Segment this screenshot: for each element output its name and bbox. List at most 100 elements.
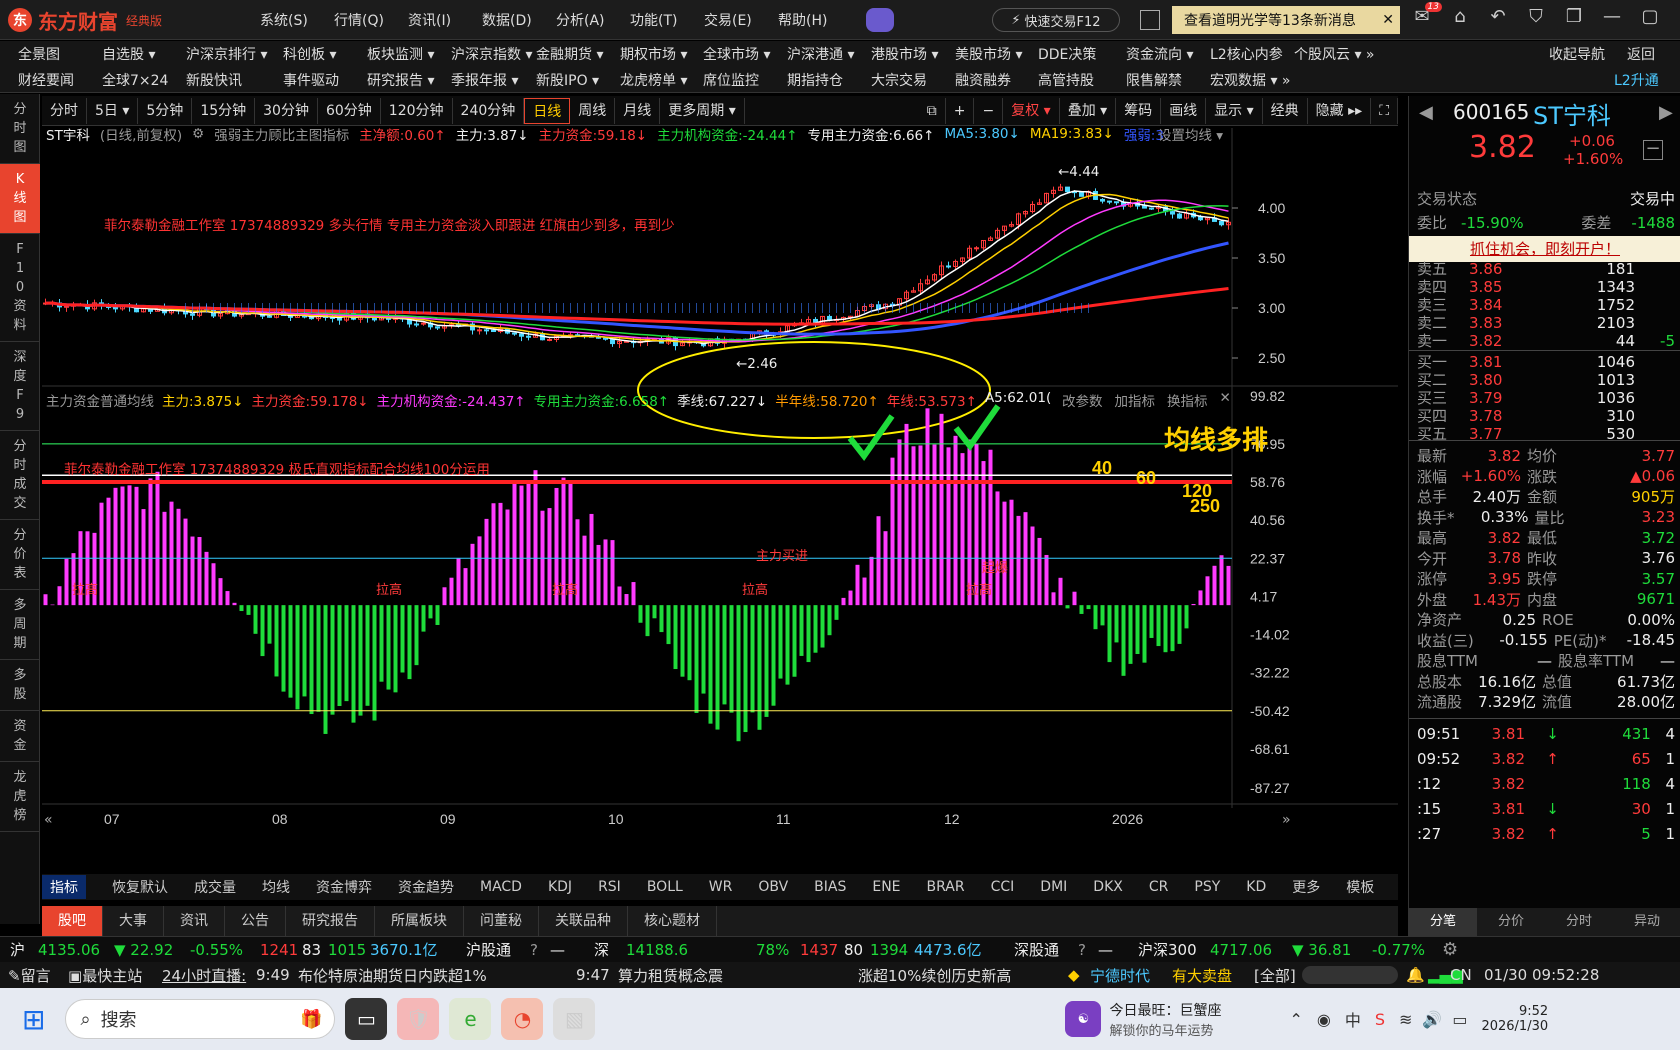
sgt-label[interactable]: 深股通 (1014, 939, 1078, 960)
info-tab-6[interactable]: 问董秘 (464, 906, 539, 936)
nav1-item-10[interactable]: 港股市场 ▾ (871, 44, 938, 64)
tray-s-icon[interactable]: S (1375, 1010, 1385, 1029)
shirt-icon[interactable]: ⛉ (1524, 6, 1548, 27)
menu-item-6[interactable]: 交易(E) (704, 10, 778, 30)
indicator-tab-3[interactable]: 均线 (262, 877, 290, 897)
menu-item-3[interactable]: 数据(D) (482, 10, 556, 30)
chart-tool-8[interactable]: 经典 (1263, 97, 1308, 124)
chart-tool-10[interactable]: ⛶ (1371, 97, 1398, 124)
set-ma-button[interactable]: 设置均线 ▾ (1158, 124, 1223, 144)
settings-gear-icon[interactable]: ⚙ (1442, 939, 1458, 960)
sidebar-item-6[interactable]: 多周期 (0, 590, 40, 660)
period-11[interactable]: 更多周期 ▾ (660, 97, 745, 124)
weather-icon[interactable]: ☯ (1065, 1001, 1102, 1037)
right-tab-2[interactable]: 分时 (1545, 908, 1613, 936)
period-6[interactable]: 120分钟 (381, 97, 453, 124)
fastest-server-button[interactable]: ▣最快主站 (68, 965, 162, 986)
nav1-item-8[interactable]: 全球市场 ▾ (703, 44, 770, 64)
nav1-item-11[interactable]: 美股市场 ▾ (955, 44, 1022, 64)
indicator-tab-19[interactable]: PSY (1194, 879, 1220, 895)
message-button[interactable]: ✎留言 (8, 965, 68, 986)
period-5[interactable]: 60分钟 (318, 97, 381, 124)
indicator-tab-5[interactable]: 资金趋势 (398, 877, 454, 897)
wifi-icon[interactable]: ≋ (1399, 1010, 1412, 1029)
chart-tool-5[interactable]: 筹码 (1116, 97, 1162, 124)
right-tab-0[interactable]: 分笔 (1409, 908, 1477, 936)
right-tab-3[interactable]: 异动 (1613, 908, 1680, 936)
info-tab-4[interactable]: 研究报告 (286, 906, 375, 936)
sidebar-item-9[interactable]: 龙虎榜 (0, 762, 40, 832)
indicator-tab-16[interactable]: DMI (1040, 879, 1067, 895)
period-2[interactable]: 5分钟 (138, 97, 193, 124)
chart-tool-2[interactable]: − (974, 97, 1004, 124)
nav2-item-6[interactable]: 新股IPO ▾ (536, 70, 599, 90)
nav1-item-6[interactable]: 金融期货 ▾ (536, 44, 603, 64)
period-0[interactable]: 分时 (42, 97, 87, 124)
indicator-name[interactable]: 强弱主力顾比主图指标 (214, 124, 349, 144)
news-item-2[interactable]: 算力租赁概念震 (618, 965, 858, 986)
nav1-item-2[interactable]: 沪深京排行 ▾ (186, 44, 267, 64)
nav1-item-15[interactable]: 个股风云 ▾ » (1294, 44, 1375, 64)
nav1-item-4[interactable]: 板块监测 ▾ (367, 44, 434, 64)
nav1-item-1[interactable]: 自选股 ▾ (102, 44, 155, 64)
photo-app-icon[interactable]: ▧ (553, 998, 596, 1040)
news-item-3[interactable]: 涨超10%续创历史新高 (858, 965, 1068, 986)
nav2-item-15[interactable]: L2升通 (1614, 70, 1659, 90)
period-3[interactable]: 15分钟 (192, 97, 256, 124)
browser-app-icon[interactable]: e (449, 998, 492, 1040)
layout-grid-icon[interactable] (1140, 10, 1160, 30)
nav1-item-0[interactable]: 全景图 (18, 44, 60, 64)
help-icon[interactable]: ? (530, 941, 550, 959)
chart-tool-9[interactable]: 隐藏 ▸▸ (1308, 97, 1372, 124)
menu-item-0[interactable]: 系统(S) (260, 10, 334, 30)
sidebar-item-5[interactable]: 分价表 (0, 520, 40, 590)
security-app-icon[interactable]: 🛡 (397, 998, 440, 1040)
sidebar-item-1[interactable]: K线图 (0, 164, 40, 234)
hs300-value[interactable]: 4717.06 (1210, 941, 1292, 959)
indicator-tab-14[interactable]: BRAR (927, 879, 965, 895)
nav1-item-5[interactable]: 沪深京指数 ▾ (451, 44, 532, 64)
indicator-tab-17[interactable]: DKX (1093, 879, 1123, 895)
menu-item-1[interactable]: 行情(Q) (334, 10, 408, 30)
info-tab-1[interactable]: 大事 (103, 906, 164, 936)
info-tab-8[interactable]: 核心题材 (628, 906, 717, 936)
sidebar-item-2[interactable]: F 1 0 资料 (0, 234, 40, 342)
indicator-tab-4[interactable]: 资金博弈 (316, 877, 372, 897)
quick-trade-button[interactable]: ⚡ 快速交易F12 (992, 8, 1120, 32)
period-1[interactable]: 5日 ▾ (87, 97, 139, 124)
nav2-item-7[interactable]: 龙虎榜单 ▾ (620, 70, 687, 90)
nav2-item-2[interactable]: 新股快讯 (186, 70, 242, 90)
sub-link-1[interactable]: 加指标 (1115, 390, 1156, 410)
indicator-tab-6[interactable]: MACD (480, 879, 522, 895)
menu-item-4[interactable]: 分析(A) (556, 10, 630, 30)
nav2-item-4[interactable]: 研究报告 ▾ (367, 70, 434, 90)
indicator-tab-22[interactable]: 模板 (1346, 877, 1374, 897)
nav2-item-8[interactable]: 席位监控 (703, 70, 759, 90)
restore-icon[interactable]: ❐ (1562, 6, 1586, 27)
sub-link-0[interactable]: 改参数 (1062, 390, 1103, 410)
indicator-tab-12[interactable]: BIAS (814, 879, 846, 895)
tray-app-icon[interactable]: ◉ (1317, 1010, 1331, 1029)
menu-item-5[interactable]: 功能(T) (630, 10, 704, 30)
settings-icon[interactable]: ⚙ (192, 126, 204, 142)
next-stock-icon[interactable]: ▶ (1659, 102, 1673, 123)
nav1-item-16[interactable]: 收起导航 (1549, 44, 1605, 64)
indicator-tab-2[interactable]: 成交量 (194, 877, 236, 897)
chart-tool-7[interactable]: 显示 ▾ (1206, 97, 1263, 124)
indicator-tab-21[interactable]: 更多 (1292, 877, 1320, 897)
help-icon-2[interactable]: ? (1078, 941, 1098, 959)
nav1-item-13[interactable]: 资金流向 ▾ (1126, 44, 1193, 64)
alert-stock[interactable]: 宁德时代 (1090, 965, 1172, 986)
chart-tool-6[interactable]: 画线 (1161, 97, 1207, 124)
eastmoney-app-icon[interactable]: ◔ (501, 998, 544, 1040)
period-8[interactable]: 日线 (524, 97, 571, 124)
nav2-item-5[interactable]: 季报年报 ▾ (451, 70, 518, 90)
nav1-item-3[interactable]: 科创板 ▾ (283, 44, 336, 64)
indicator-tab-0[interactable]: 指标 (42, 875, 86, 899)
nav1-item-7[interactable]: 期权市场 ▾ (620, 44, 687, 64)
ticker-search-input[interactable] (1302, 966, 1398, 984)
indicator-tab-20[interactable]: KD (1246, 879, 1266, 895)
nav1-item-12[interactable]: DDE决策 (1038, 44, 1096, 64)
menu-item-7[interactable]: 帮助(H) (778, 10, 852, 30)
info-tab-7[interactable]: 关联品种 (539, 906, 628, 936)
